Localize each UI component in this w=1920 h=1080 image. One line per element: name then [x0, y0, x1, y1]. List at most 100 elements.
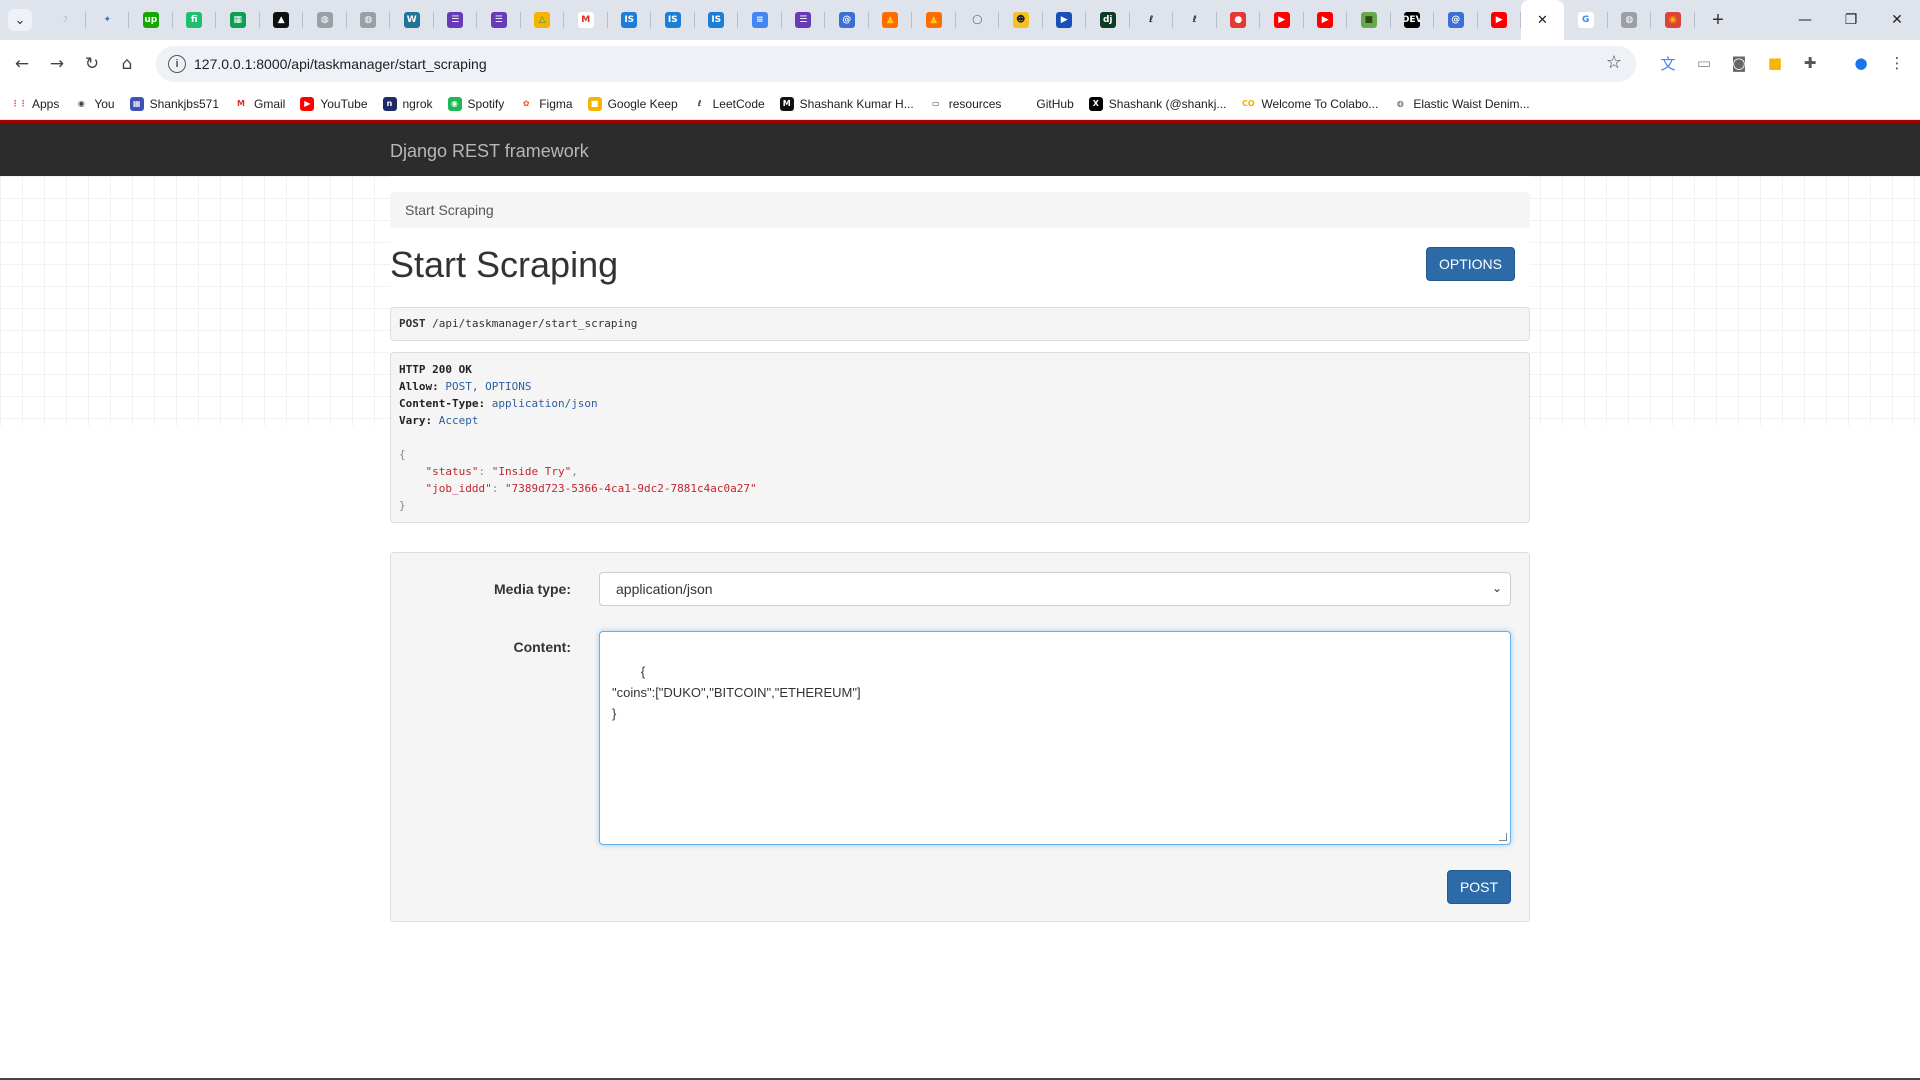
globe-1-icon: ◍ — [316, 12, 333, 28]
tab-gmail[interactable]: M — [564, 0, 608, 40]
options-button[interactable]: OPTIONS — [1426, 247, 1515, 281]
breadcrumb-item[interactable]: Start Scraping — [405, 202, 494, 218]
bookmark-item[interactable]: ■ Google Keep — [587, 96, 678, 111]
post-button[interactable]: POST — [1447, 870, 1511, 904]
tab-globe-1[interactable]: ◍ — [303, 0, 347, 40]
tab-fire-1[interactable]: ▲ — [869, 0, 913, 40]
django-icon: dj — [1099, 12, 1116, 28]
bookmark-item[interactable]: ✿ Figma — [519, 96, 573, 111]
tab-green-app[interactable]: ■ — [1347, 0, 1391, 40]
tab-google[interactable]: G — [1564, 0, 1608, 40]
bookmark-item[interactable]: M Shashank Kumar H... — [779, 96, 914, 111]
bookmark-item[interactable]: GitHub — [1016, 96, 1074, 111]
tab-search-button[interactable]: ⌄ — [8, 9, 32, 31]
tab-active[interactable]: ✕ — [1521, 0, 1564, 40]
bookmark-item[interactable]: CO Welcome To Colabo... — [1241, 96, 1378, 111]
tab-leetcode-1[interactable]: ℓ — [1130, 0, 1174, 40]
home-button[interactable]: ⌂ — [115, 52, 139, 76]
raw-data-form: Media type: application/json ⌄ Content: … — [390, 552, 1530, 922]
is-3-icon: IS — [708, 12, 725, 28]
is-1-icon: IS — [621, 12, 638, 28]
google-icon: G — [1577, 12, 1594, 28]
puzzle-icon[interactable]: ✚ — [1800, 53, 1820, 73]
tab-chrome[interactable]: ◉ — [1651, 0, 1695, 40]
tab-sheets[interactable]: ▦ — [216, 0, 260, 40]
bookmark-item[interactable]: n ngrok — [382, 96, 433, 111]
forward-button[interactable]: → — [45, 52, 69, 76]
tab-leetcode-2[interactable]: ℓ — [1173, 0, 1217, 40]
tab-drive[interactable]: △ — [521, 0, 565, 40]
tab-docs[interactable]: ≡ — [738, 0, 782, 40]
camera-icon[interactable]: ◙ — [1729, 53, 1749, 73]
tab-is-3[interactable]: IS — [695, 0, 739, 40]
tab-forms-1[interactable]: ☰ — [434, 0, 478, 40]
bookmark-item[interactable]: ◉ You — [74, 96, 115, 111]
tab-list: ☽ ✦ up fi ▦ ▲ ◍ ◍ W ☰ ☰ △ M IS IS IS ≡ ☰ @ ▲ ▲ ◯ ☻ ▶ dj ℓ ℓ ● ▶ ▶ ■ DEV… — [42, 0, 1695, 40]
bookmark-item[interactable]: ⋮⋮ Apps — [12, 96, 59, 111]
tab-gemini[interactable]: ✦ — [86, 0, 130, 40]
tab-fire-2[interactable]: ▲ — [912, 0, 956, 40]
drf-brand-link[interactable]: Django REST framework — [390, 141, 589, 162]
bookmark-item[interactable]: ▶ YouTube — [300, 96, 368, 111]
bookmark-item[interactable]: X Shashank (@shankj... — [1088, 96, 1226, 111]
tab-wordpress[interactable]: W — [390, 0, 434, 40]
messenger-icon: @ — [838, 12, 855, 28]
content-container: Start Scraping Start Scraping OPTIONS PO… — [390, 176, 1530, 1080]
site-info-icon[interactable]: i — [168, 55, 186, 73]
resize-handle-icon[interactable] — [1499, 833, 1507, 841]
tab-forms-3[interactable]: ☰ — [782, 0, 826, 40]
media-type-select[interactable]: application/json ⌄ — [599, 572, 1511, 606]
close-window-button[interactable]: ✕ — [1874, 0, 1920, 40]
close-tab-icon[interactable]: ✕ — [1537, 13, 1548, 28]
bookmark-item[interactable]: ◍ Elastic Waist Denim... — [1393, 96, 1530, 111]
tab-messenger-2[interactable]: @ — [1434, 0, 1478, 40]
menu-icon[interactable]: ⋮ — [1887, 53, 1907, 73]
profile-icon[interactable]: ● — [1851, 53, 1871, 73]
bookmark-item[interactable]: ◉ Spotify — [447, 96, 504, 111]
bookmark-item[interactable]: ▦ Shankjbs571 — [129, 96, 219, 111]
new-tab-button[interactable]: + — [1706, 8, 1730, 32]
chevron-down-icon: ⌄ — [1491, 581, 1502, 595]
tab-django[interactable]: dj — [1086, 0, 1130, 40]
address-bar[interactable]: i 127.0.0.1:8000/api/taskmanager/start_s… — [156, 46, 1636, 82]
tab-forms-2[interactable]: ☰ — [477, 0, 521, 40]
gmail-icon: M — [577, 12, 594, 28]
url-text[interactable]: 127.0.0.1:8000/api/taskmanager/start_scr… — [194, 56, 487, 72]
minimize-button[interactable]: — — [1782, 0, 1828, 40]
content-textarea[interactable]: { "coins":["DUKO","BITCOIN","ETHEREUM"] … — [599, 631, 1511, 845]
tab-youtube-1[interactable]: ▶ — [1260, 0, 1304, 40]
bookmark-label: Shashank Kumar H... — [799, 96, 914, 111]
tab-is-2[interactable]: IS — [651, 0, 695, 40]
restore-button[interactable]: ❐ — [1828, 0, 1874, 40]
tab-red-circle[interactable]: ● — [1217, 0, 1261, 40]
bookmark-item[interactable]: M Gmail — [234, 96, 285, 111]
fiverr-icon: fi — [186, 12, 203, 28]
bookmark-icon — [1016, 96, 1031, 111]
bookmark-item[interactable]: ℓ LeetCode — [692, 96, 765, 111]
gemini-icon: ✦ — [99, 12, 116, 28]
back-button[interactable]: ← — [10, 52, 34, 76]
tab-is-1[interactable]: IS — [608, 0, 652, 40]
tab-messenger[interactable]: @ — [825, 0, 869, 40]
tab-globe-3[interactable]: ◍ — [1608, 0, 1652, 40]
bookmark-star-icon[interactable]: ☆ — [1606, 52, 1622, 73]
tab-youtube-3[interactable]: ▶ — [1478, 0, 1522, 40]
tab-upwork[interactable]: up — [129, 0, 173, 40]
bookmark-icon: ▶ — [300, 96, 315, 111]
cast-icon[interactable]: ▭ — [1694, 53, 1714, 73]
keep-icon[interactable]: ■ — [1765, 53, 1785, 73]
tab-emoji[interactable]: ☻ — [999, 0, 1043, 40]
tab-fiverr[interactable]: fi — [173, 0, 217, 40]
tab-dev[interactable]: DEV — [1391, 0, 1435, 40]
tab-github[interactable]: ◯ — [956, 0, 1000, 40]
bookmark-item[interactable]: ▭ resources — [928, 96, 1001, 111]
github-icon: ◯ — [969, 12, 986, 28]
tab-play[interactable]: ▶ — [1043, 0, 1087, 40]
tab-moon[interactable]: ☽ — [42, 0, 86, 40]
wordpress-icon: W — [403, 12, 420, 28]
reload-button[interactable]: ↻ — [80, 52, 104, 76]
translate-icon[interactable]: 文 — [1658, 53, 1678, 73]
tab-globe-2[interactable]: ◍ — [347, 0, 391, 40]
tab-notion-like[interactable]: ▲ — [260, 0, 304, 40]
tab-youtube-2[interactable]: ▶ — [1304, 0, 1348, 40]
